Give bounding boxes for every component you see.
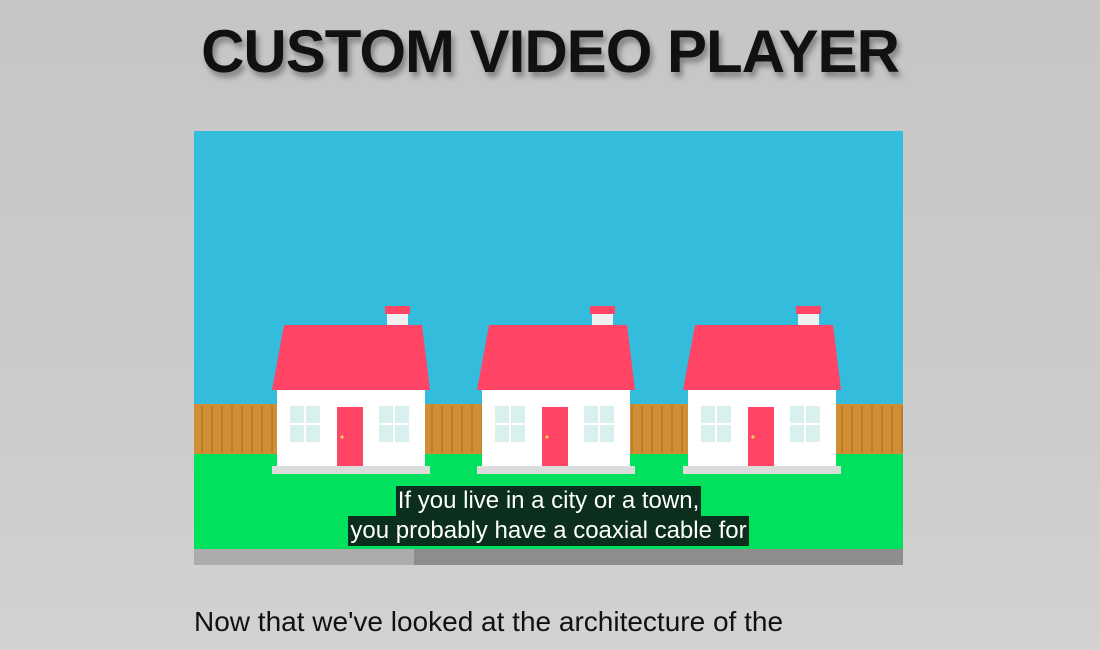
page-title: CUSTOM VIDEO PLAYER [201,18,900,85]
video-captions: If you live in a city or a town, you pro… [194,486,903,546]
progress-bar[interactable] [194,549,903,565]
house-1 [272,306,430,474]
house-3 [683,306,841,474]
progress-filled [194,549,414,565]
caption-line-1: If you live in a city or a town, [395,486,702,516]
video-player[interactable]: If you live in a city or a town, you pro… [194,131,903,565]
house-2 [477,306,635,474]
caption-line-2: you probably have a coaxial cable for [348,516,749,546]
article-paragraph: Now that we've looked at the architectur… [194,606,784,637]
